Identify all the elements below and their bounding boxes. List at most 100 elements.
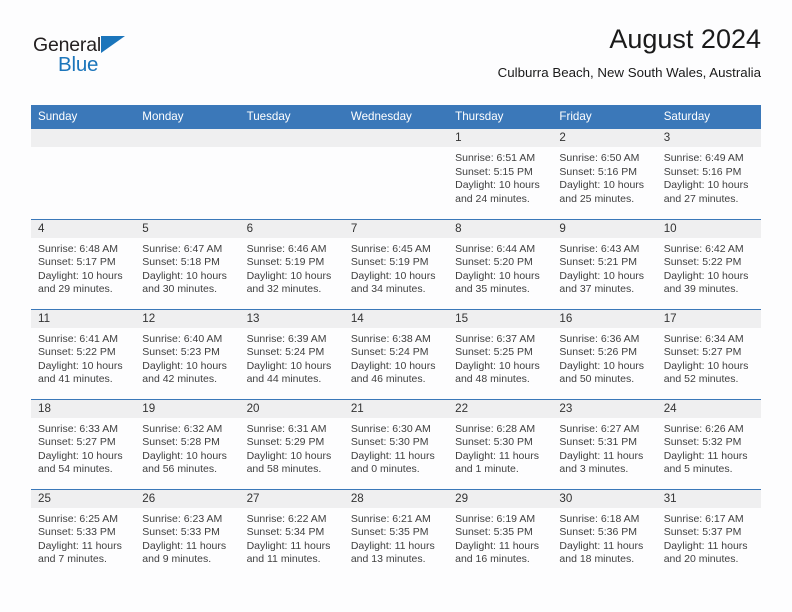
calendar-day-cell[interactable]: 25 Sunrise: 6:25 AM Sunset: 5:33 PM Dayligh… bbox=[31, 488, 136, 579]
calendar-day-cell[interactable]: 29 Sunrise: 6:19 AM Sunset: 5:35 PM Dayligh… bbox=[448, 488, 553, 579]
daylight-duration-line2: and 1 minute. bbox=[455, 463, 519, 476]
calendar-day-cell[interactable]: 11 Sunrise: 6:41 AM Sunset: 5:22 PM Dayligh… bbox=[31, 308, 136, 399]
calendar-day-cell[interactable]: 16 Sunrise: 6:36 AM Sunset: 5:26 PM Dayligh… bbox=[552, 308, 657, 399]
calendar-day-cell[interactable]: 4 Sunrise: 6:48 AM Sunset: 5:17 PM Daylight… bbox=[31, 218, 136, 309]
sunset-time: Sunset: 5:22 PM bbox=[38, 346, 116, 359]
weekday-header-wednesday: Wednesday bbox=[343, 105, 449, 129]
day-details: Sunrise: 6:40 AM Sunset: 5:23 PM Daylight:… bbox=[135, 328, 239, 387]
day-number: 4 bbox=[31, 219, 136, 238]
calendar-day-cell[interactable]: 3 Sunrise: 6:49 AM Sunset: 5:16 PM Daylight… bbox=[656, 129, 761, 219]
calendar-day-cell[interactable]: 17 Sunrise: 6:34 AM Sunset: 5:27 PM Dayligh… bbox=[656, 308, 761, 399]
daylight-duration-line1: Daylight: 10 hours bbox=[455, 179, 540, 192]
daylight-duration-line2: and 44 minutes. bbox=[246, 373, 322, 386]
sunset-time: Sunset: 5:24 PM bbox=[350, 346, 429, 359]
sunset-time: Sunset: 5:37 PM bbox=[663, 526, 742, 539]
calendar-day-cell[interactable]: 27 Sunrise: 6:22 AM Sunset: 5:34 PM Dayligh… bbox=[239, 488, 344, 579]
day-details: Sunrise: 6:33 AM Sunset: 5:27 PM Daylight:… bbox=[31, 418, 135, 477]
daylight-duration-line2: and 52 minutes. bbox=[663, 373, 739, 386]
day-number: 9 bbox=[552, 219, 657, 238]
day-details: Sunrise: 6:28 AM Sunset: 5:30 PM Daylight:… bbox=[448, 418, 552, 477]
calendar-day-cell[interactable]: 26 Sunrise: 6:23 AM Sunset: 5:33 PM Dayligh… bbox=[135, 488, 240, 579]
daylight-duration-line1: Daylight: 10 hours bbox=[663, 359, 749, 372]
sunrise-time: Sunrise: 6:37 AM bbox=[455, 332, 536, 345]
daylight-duration-line2: and 58 minutes. bbox=[246, 463, 322, 476]
weekday-header-monday: Monday bbox=[135, 105, 240, 129]
calendar-day-cell[interactable]: 14 Sunrise: 6:38 AM Sunset: 5:24 PM Dayligh… bbox=[343, 308, 449, 399]
day-details: Sunrise: 6:34 AM Sunset: 5:27 PM Daylight:… bbox=[657, 328, 761, 387]
calendar-day-cell[interactable]: 18 Sunrise: 6:33 AM Sunset: 5:27 PM Dayligh… bbox=[31, 398, 136, 489]
calendar-day-cell[interactable]: 20 Sunrise: 6:31 AM Sunset: 5:29 PM Dayligh… bbox=[239, 398, 344, 489]
day-number: 6 bbox=[239, 219, 344, 238]
sunset-time: Sunset: 5:15 PM bbox=[455, 165, 533, 178]
day-number: 17 bbox=[656, 309, 761, 328]
sunset-time: Sunset: 5:19 PM bbox=[350, 256, 429, 269]
weekday-header-sunday: Sunday bbox=[31, 105, 136, 129]
calendar-day-cell[interactable]: 19 Sunrise: 6:32 AM Sunset: 5:28 PM Dayligh… bbox=[135, 398, 240, 489]
calendar-day-cell[interactable]: 21 Sunrise: 6:30 AM Sunset: 5:30 PM Dayligh… bbox=[343, 398, 449, 489]
sunrise-time: Sunrise: 6:36 AM bbox=[559, 332, 640, 345]
sunrise-time: Sunrise: 6:51 AM bbox=[455, 152, 536, 164]
daylight-duration-line2: and 0 minutes. bbox=[350, 463, 420, 476]
calendar-day-cell[interactable]: 9 Sunrise: 6:43 AM Sunset: 5:21 PM Daylight… bbox=[552, 218, 657, 309]
calendar-day-cell[interactable]: 7 Sunrise: 6:45 AM Sunset: 5:19 PM Daylight… bbox=[343, 218, 449, 309]
daylight-duration-line1: Daylight: 11 hours bbox=[663, 449, 748, 462]
sunset-time: Sunset: 5:21 PM bbox=[559, 256, 638, 269]
sunset-time: Sunset: 5:20 PM bbox=[455, 256, 533, 269]
day-details: Sunrise: 6:36 AM Sunset: 5:26 PM Daylight:… bbox=[552, 328, 656, 387]
calendar-day-cell[interactable]: 23 Sunrise: 6:27 AM Sunset: 5:31 PM Dayligh… bbox=[552, 398, 657, 489]
sunset-time: Sunset: 5:33 PM bbox=[142, 526, 220, 539]
daylight-duration-line2: and 18 minutes. bbox=[559, 553, 635, 566]
daylight-duration-line1: Daylight: 10 hours bbox=[246, 269, 332, 282]
weekday-header-saturday: Saturday bbox=[656, 105, 761, 129]
sunrise-time: Sunrise: 6:18 AM bbox=[559, 512, 640, 525]
day-number: 24 bbox=[656, 399, 761, 418]
daylight-duration-line1: Daylight: 11 hours bbox=[350, 539, 435, 552]
calendar-day-cell[interactable]: 24 Sunrise: 6:26 AM Sunset: 5:32 PM Dayligh… bbox=[656, 398, 761, 489]
calendar-day-cell[interactable]: 22 Sunrise: 6:28 AM Sunset: 5:30 PM Dayligh… bbox=[448, 398, 553, 489]
calendar-day-cell[interactable]: 15 Sunrise: 6:37 AM Sunset: 5:25 PM Dayligh… bbox=[448, 308, 553, 399]
day-details: Sunrise: 6:48 AM Sunset: 5:17 PM Daylight:… bbox=[31, 238, 135, 297]
daylight-duration-line2: and 3 minutes. bbox=[559, 463, 629, 476]
calendar-day-cell[interactable]: 12 Sunrise: 6:40 AM Sunset: 5:23 PM Dayligh… bbox=[135, 308, 240, 399]
calendar-day-cell[interactable]: 6 Sunrise: 6:46 AM Sunset: 5:19 PM Daylight… bbox=[239, 218, 344, 309]
day-number: 21 bbox=[343, 399, 449, 418]
calendar-page: General Blue August 2024 Culburra Beach,… bbox=[0, 0, 792, 612]
day-number: 14 bbox=[343, 309, 449, 328]
day-details: Sunrise: 6:31 AM Sunset: 5:29 PM Daylight:… bbox=[240, 418, 344, 477]
calendar-day-cell[interactable]: 10 Sunrise: 6:42 AM Sunset: 5:22 PM Dayligh… bbox=[656, 218, 761, 309]
day-number: 18 bbox=[31, 399, 136, 418]
day-details: Sunrise: 6:38 AM Sunset: 5:24 PM Daylight:… bbox=[344, 328, 448, 387]
daylight-duration-line2: and 42 minutes. bbox=[142, 373, 217, 386]
daylight-duration-line1: Daylight: 10 hours bbox=[38, 269, 123, 282]
sunrise-time: Sunrise: 6:17 AM bbox=[663, 512, 744, 525]
calendar-day-cell[interactable]: 1 Sunrise: 6:51 AM Sunset: 5:15 PM Daylight… bbox=[448, 129, 553, 219]
sunrise-time: Sunrise: 6:42 AM bbox=[663, 242, 744, 255]
sunrise-time: Sunrise: 6:22 AM bbox=[246, 512, 327, 525]
calendar-day-cell[interactable]: 31 Sunrise: 6:17 AM Sunset: 5:37 PM Dayligh… bbox=[656, 488, 761, 579]
day-number bbox=[343, 129, 449, 147]
calendar-day-cell[interactable]: 28 Sunrise: 6:21 AM Sunset: 5:35 PM Dayligh… bbox=[343, 488, 449, 579]
daylight-duration-line1: Daylight: 10 hours bbox=[663, 179, 749, 192]
day-number: 11 bbox=[31, 309, 136, 328]
calendar-day-cell[interactable]: 2 Sunrise: 6:50 AM Sunset: 5:16 PM Daylight… bbox=[552, 129, 657, 219]
logo-text-blue: Blue bbox=[58, 53, 99, 76]
sunrise-time: Sunrise: 6:48 AM bbox=[38, 242, 118, 255]
day-number: 30 bbox=[552, 489, 657, 508]
daylight-duration-line1: Daylight: 10 hours bbox=[38, 359, 123, 372]
daylight-duration-line2: and 7 minutes. bbox=[38, 553, 107, 566]
calendar-day-cell[interactable]: 13 Sunrise: 6:39 AM Sunset: 5:24 PM Dayligh… bbox=[239, 308, 344, 399]
sunset-time: Sunset: 5:32 PM bbox=[663, 436, 742, 449]
day-number: 25 bbox=[31, 489, 136, 508]
daylight-duration-line2: and 46 minutes. bbox=[350, 373, 426, 386]
day-details: Sunrise: 6:43 AM Sunset: 5:21 PM Daylight:… bbox=[552, 238, 656, 297]
day-number: 8 bbox=[448, 219, 553, 238]
calendar-day-cell[interactable]: 5 Sunrise: 6:47 AM Sunset: 5:18 PM Daylight… bbox=[135, 218, 240, 309]
day-details: Sunrise: 6:47 AM Sunset: 5:18 PM Daylight:… bbox=[135, 238, 239, 297]
day-number: 26 bbox=[135, 489, 240, 508]
day-number: 5 bbox=[135, 219, 240, 238]
sunset-time: Sunset: 5:33 PM bbox=[38, 526, 116, 539]
sunrise-time: Sunrise: 6:28 AM bbox=[455, 422, 536, 435]
calendar-day-cell[interactable]: 30 Sunrise: 6:18 AM Sunset: 5:36 PM Dayligh… bbox=[552, 488, 657, 579]
calendar-day-cell[interactable]: 8 Sunrise: 6:44 AM Sunset: 5:20 PM Daylight… bbox=[448, 218, 553, 309]
day-details: Sunrise: 6:32 AM Sunset: 5:28 PM Daylight:… bbox=[135, 418, 239, 477]
